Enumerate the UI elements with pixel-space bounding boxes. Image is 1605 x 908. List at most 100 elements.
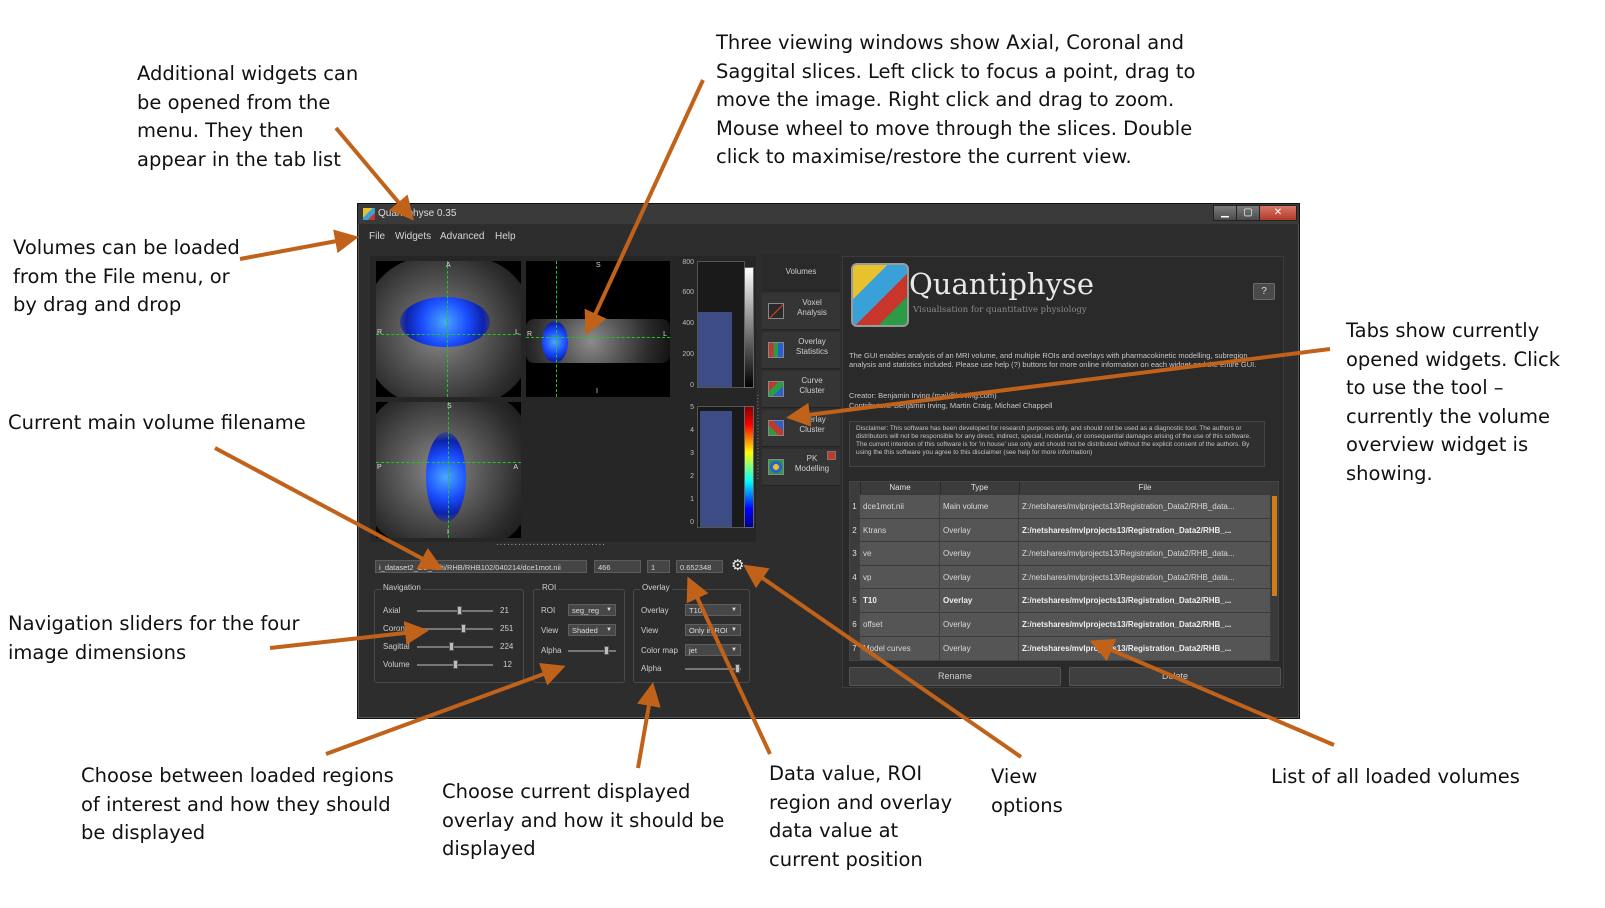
sagittal-slider[interactable]	[417, 646, 493, 648]
coronal-slider-thumb[interactable]	[461, 624, 466, 633]
table-row[interactable]: 4 vp Overlay Z:/netshares/mvlprojects13/Reg…	[850, 564, 1278, 589]
filename-field: i_dataset2_BS_Nifti/RHB/RHB102/040214/dc…	[375, 560, 587, 573]
cell-name: offset	[860, 613, 940, 636]
colormap-select[interactable]: jet ▼	[685, 644, 741, 656]
row-number: 4	[850, 565, 860, 589]
roi-view-value: Shaded	[572, 626, 598, 635]
overlay-histogram[interactable]: 5 4 3 2 1 0	[672, 402, 756, 532]
overlay-select[interactable]: T10 ▼	[685, 604, 741, 616]
overlay-view-label: View	[641, 626, 659, 635]
chevron-down-icon: ▼	[731, 607, 737, 613]
menu-widgets[interactable]: Widgets	[395, 231, 431, 242]
roi-view-label: View	[541, 626, 559, 635]
volume-slider-thumb[interactable]	[453, 660, 458, 669]
coronal-crosshair-h	[526, 337, 670, 338]
annotation-views: Three viewing windows show Axial, Corona…	[716, 31, 1196, 168]
help-button[interactable]: ?	[1253, 283, 1275, 300]
chevron-down-icon: ▼	[731, 647, 737, 653]
sagittal-label-right: A	[513, 464, 518, 471]
column-header-name[interactable]: Name	[860, 482, 941, 494]
coronal-slider[interactable]	[417, 628, 493, 630]
table-row[interactable]: 2 Ktrans Overlay Z:/netshares/mvlprojects13…	[850, 517, 1278, 542]
window-title: Quantiphyse 0.35	[378, 208, 457, 219]
overlay-histogram-plot	[697, 406, 745, 528]
sagittal-label-left: P	[377, 464, 382, 471]
delete-button[interactable]: Delete	[1069, 667, 1281, 686]
hist-tick: 5	[690, 404, 694, 411]
minimize-button[interactable]: ▁	[1213, 205, 1237, 221]
axial-overlay-blob	[400, 297, 490, 347]
sagittal-slider-thumb[interactable]	[449, 642, 454, 651]
tab-curve-cluster[interactable]: Curve Cluster	[762, 371, 840, 408]
annotation-overlay: Choose current displayed overlay and how…	[442, 780, 725, 860]
coronal-label-top: S	[596, 262, 601, 269]
volumes-table: Name Type File 1 dce1mot.nii Main volume Z:…	[849, 481, 1279, 661]
table-header: Name Type File	[850, 482, 1278, 494]
main-histogram[interactable]: 800 600 400 200 0	[672, 259, 756, 389]
axial-slider[interactable]	[417, 610, 493, 612]
roi-alpha-thumb[interactable]	[604, 646, 609, 655]
table-row[interactable]: 6 offset Overlay Z:/netshares/mvlprojects13…	[850, 612, 1278, 636]
tab-overlay-statistics[interactable]: Overlay Statistics	[762, 332, 840, 369]
axial-view[interactable]: A R L	[376, 261, 521, 397]
axial-slider-thumb[interactable]	[457, 606, 462, 615]
row-number: 7	[850, 636, 860, 660]
nav-label: Axial	[383, 606, 401, 615]
gear-icon[interactable]: ⚙	[731, 558, 744, 573]
coronal-view[interactable]: S I R L	[526, 261, 670, 397]
splitter-handle[interactable]: ······························	[496, 540, 606, 549]
column-header-type[interactable]: Type	[940, 482, 1020, 494]
sagittal-crosshair-v	[448, 402, 449, 538]
menu-help[interactable]: Help	[495, 231, 516, 242]
overlay-view-value: Only in ROI	[689, 626, 728, 635]
app-logo-icon	[363, 208, 375, 220]
table-row[interactable]: 3 ve Overlay Z:/netshares/mvlprojects13/Reg…	[850, 541, 1278, 566]
pk-modelling-icon	[768, 459, 784, 475]
annotation-view-options: View options	[991, 765, 1063, 817]
annotation-roi: Choose between loaded regions of interes…	[81, 764, 394, 844]
row-number: 3	[850, 542, 860, 566]
hist-tick: 800	[682, 259, 694, 266]
roi-select-value: seg_reg	[572, 606, 600, 615]
nav-value: 21	[500, 606, 509, 615]
cell-file: Z:/netshares/mvlprojects13/Registration_…	[1019, 589, 1271, 613]
column-header-file[interactable]: File	[1019, 482, 1272, 494]
hist-tick: 0	[690, 382, 694, 389]
rename-button[interactable]: Rename	[849, 667, 1061, 686]
roi-view-select[interactable]: Shaded ▼	[568, 624, 616, 636]
cell-type: Main volume	[940, 495, 1019, 518]
cell-file: Z:/netshares/mvlprojects13/Registration_…	[1019, 495, 1271, 518]
tab-overlay-cluster[interactable]: Overlay Cluster	[762, 410, 840, 447]
menu-advanced[interactable]: Advanced	[440, 231, 484, 242]
cell-file: Z:/netshares/mvlprojects13/Registration_…	[1019, 613, 1271, 636]
cell-name: vp	[860, 565, 940, 589]
sagittal-view[interactable]: S I P A	[376, 402, 521, 538]
overlay-group: Overlay Overlay T10 ▼ View Only in ROI ▼ C…	[633, 583, 750, 683]
table-row[interactable]: 1 dce1mot.nii Main volume Z:/netshares/mvlp…	[850, 494, 1278, 518]
vertical-splitter-handle[interactable]: ··························	[754, 394, 761, 481]
overlay-alpha-thumb[interactable]	[735, 664, 740, 673]
table-row[interactable]: 5 T10 Overlay Z:/netshares/mvlprojects13/Re…	[850, 588, 1278, 613]
tab-label: Curve Cluster	[799, 376, 825, 395]
tab-label: Overlay Cluster	[798, 415, 826, 434]
table-scrollbar-thumb[interactable]	[1272, 496, 1277, 596]
menu-file[interactable]: File	[369, 231, 385, 242]
axial-label-top: A	[446, 262, 451, 269]
overlay-alpha-slider[interactable]	[685, 668, 741, 670]
pk-modelling-flag-icon	[827, 451, 836, 460]
table-scrollbar[interactable]	[1271, 482, 1278, 660]
tab-label: Voxel Analysis	[797, 298, 827, 317]
chevron-down-icon: ▼	[606, 627, 612, 633]
tab-volumes[interactable]: Volumes	[762, 254, 840, 291]
hist-tick: 2	[690, 473, 694, 480]
disclaimer-text: Disclaimer: This software has been devel…	[849, 421, 1265, 467]
overlay-cluster-icon	[768, 420, 784, 436]
overlay-view-select[interactable]: Only in ROI ▼	[685, 624, 741, 636]
close-button[interactable]: ✕	[1259, 205, 1297, 221]
roi-select[interactable]: seg_reg ▼	[568, 604, 616, 616]
tab-pk-modelling[interactable]: PK Modelling	[762, 449, 840, 486]
maximize-button[interactable]: ▢	[1236, 205, 1260, 221]
table-row[interactable]: 7 Model curves Overlay Z:/netshares/mvlproj…	[850, 635, 1278, 660]
nav-value: 251	[500, 624, 514, 633]
tab-voxel-analysis[interactable]: Voxel Analysis	[762, 293, 840, 330]
